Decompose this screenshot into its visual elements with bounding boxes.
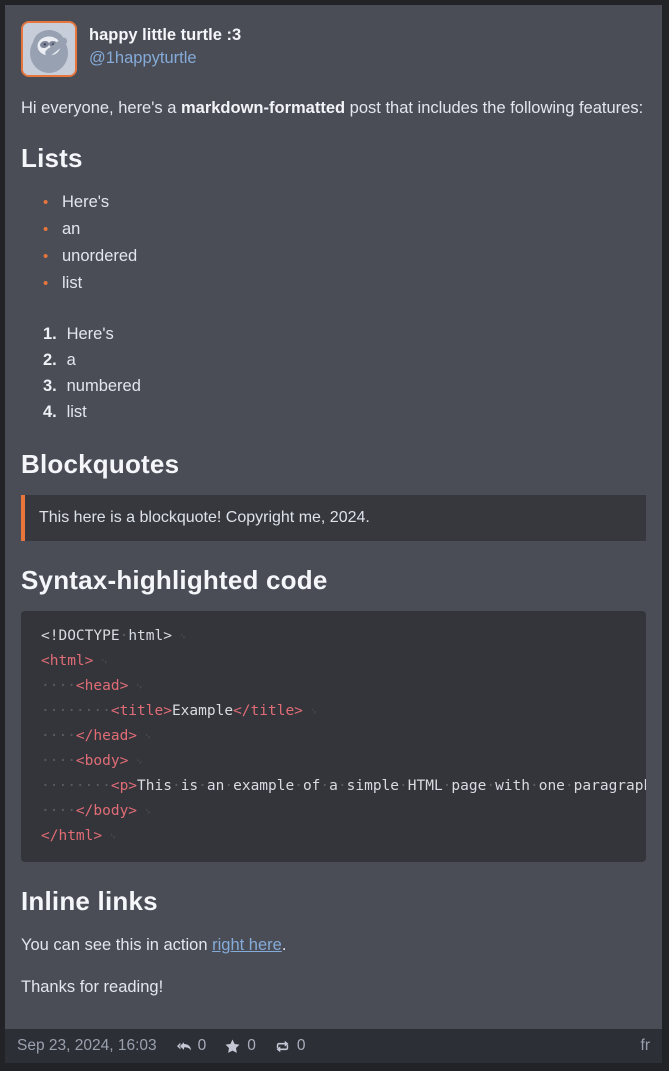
blockquote: This here is a blockquote! Copyright me,… bbox=[21, 495, 646, 541]
star-icon bbox=[224, 1038, 241, 1055]
list-item: •list bbox=[43, 270, 646, 297]
code-line: <html> ␊ bbox=[41, 649, 626, 674]
list-number: 4. bbox=[43, 399, 62, 425]
list-item: 3. numbered bbox=[43, 373, 646, 399]
list-item: 4. list bbox=[43, 399, 646, 425]
unordered-list: •Here's •an •unordered •list bbox=[21, 189, 646, 297]
boost-icon bbox=[274, 1038, 291, 1055]
code-line: ········<title>Example</title> ␊ bbox=[41, 699, 626, 724]
heading-links: Inline links bbox=[21, 886, 646, 916]
language-tag: fr bbox=[641, 1037, 650, 1055]
list-item-text: a bbox=[67, 351, 76, 369]
heading-blockquotes: Blockquotes bbox=[21, 449, 646, 479]
code-line: </html> ␊ bbox=[41, 824, 626, 849]
list-number: 2. bbox=[43, 347, 62, 373]
bullet-icon: • bbox=[43, 271, 62, 297]
link-text-post: . bbox=[282, 936, 287, 954]
thanks-paragraph: Thanks for reading! bbox=[21, 974, 646, 1000]
intro-text-pre: Hi everyone, here's a bbox=[21, 99, 181, 117]
list-item-text: Here's bbox=[62, 193, 109, 211]
boost-count: 0 bbox=[297, 1037, 306, 1055]
list-item: •Here's bbox=[43, 189, 646, 216]
list-item: •unordered bbox=[43, 243, 646, 270]
code-line: ········<p>This·is·an·example·of·a·simpl… bbox=[41, 774, 626, 799]
list-item: 1. Here's bbox=[43, 321, 646, 347]
list-item-text: an bbox=[62, 220, 80, 238]
list-item-text: unordered bbox=[62, 247, 137, 265]
post-frame: happy little turtle :3 @1happyturtle Hi … bbox=[0, 0, 669, 1071]
reply-count: 0 bbox=[198, 1037, 207, 1055]
display-name: happy little turtle :3 bbox=[89, 24, 241, 46]
code-line: ····<head> ␊ bbox=[41, 674, 626, 699]
account-handle[interactable]: @1happyturtle bbox=[89, 46, 241, 70]
intro-text-post: post that includes the following feature… bbox=[345, 99, 643, 117]
post-footer: Sep 23, 2024, 16:03 0 0 bbox=[5, 1029, 662, 1063]
reply-all-icon bbox=[175, 1038, 192, 1055]
list-item: •an bbox=[43, 216, 646, 243]
code-block: <!DOCTYPE·html> ␊<html> ␊····<head> ␊···… bbox=[21, 611, 646, 862]
favourite-button[interactable]: 0 bbox=[224, 1037, 256, 1055]
list-item-text: list bbox=[62, 274, 82, 292]
code-line: ····</body> ␊ bbox=[41, 799, 626, 824]
list-item-text: numbered bbox=[67, 377, 141, 395]
bullet-icon: • bbox=[43, 244, 62, 270]
post-header: happy little turtle :3 @1happyturtle bbox=[21, 21, 646, 77]
bullet-icon: • bbox=[43, 190, 62, 216]
link-text-pre: You can see this in action bbox=[21, 936, 212, 954]
ordered-list: 1. Here's 2. a 3. numbered 4. list bbox=[21, 321, 646, 425]
avatar[interactable] bbox=[21, 21, 77, 77]
link-paragraph: You can see this in action right here. bbox=[21, 932, 646, 958]
bullet-icon: • bbox=[43, 217, 62, 243]
sloth-avatar-image bbox=[23, 23, 75, 75]
favourite-count: 0 bbox=[247, 1037, 256, 1055]
reply-button[interactable]: 0 bbox=[175, 1037, 207, 1055]
code-line: ····</head> ␊ bbox=[41, 724, 626, 749]
inline-link[interactable]: right here bbox=[212, 936, 282, 954]
author-info: happy little turtle :3 @1happyturtle bbox=[89, 21, 241, 70]
boost-button[interactable]: 0 bbox=[274, 1037, 306, 1055]
list-item: 2. a bbox=[43, 347, 646, 373]
code-line: ····<body> ␊ bbox=[41, 749, 626, 774]
code-line: <!DOCTYPE·html> ␊ bbox=[41, 624, 626, 649]
intro-text-bold: markdown-formatted bbox=[181, 99, 345, 117]
list-number: 1. bbox=[43, 321, 62, 347]
intro-paragraph: Hi everyone, here's a markdown-formatted… bbox=[21, 95, 646, 121]
post-body: happy little turtle :3 @1happyturtle Hi … bbox=[5, 5, 662, 1029]
timestamp: Sep 23, 2024, 16:03 bbox=[17, 1037, 157, 1055]
heading-lists: Lists bbox=[21, 143, 646, 173]
heading-code: Syntax-highlighted code bbox=[21, 565, 646, 595]
list-number: 3. bbox=[43, 373, 62, 399]
list-item-text: Here's bbox=[67, 325, 114, 343]
status-post: happy little turtle :3 @1happyturtle Hi … bbox=[5, 5, 662, 1063]
list-item-text: list bbox=[67, 403, 87, 421]
